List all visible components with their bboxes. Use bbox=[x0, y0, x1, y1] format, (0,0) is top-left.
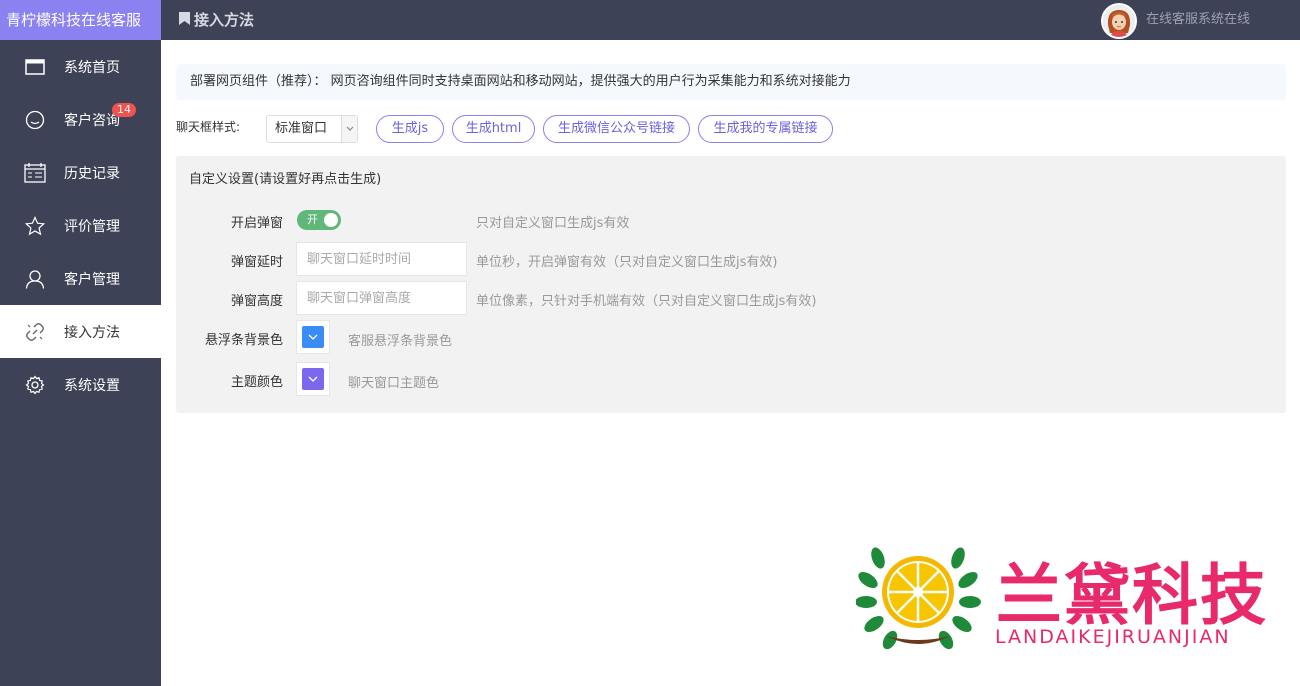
page-title: 接入方法 bbox=[179, 0, 254, 40]
style-label: 聊天框样式: bbox=[176, 120, 241, 134]
sidebar-item-home[interactable]: 系统首页 bbox=[0, 40, 161, 93]
lemon-logo-icon bbox=[855, 547, 981, 650]
sidebar-item-label: 系统设置 bbox=[64, 377, 120, 394]
sidebar-item-integration[interactable]: 接入方法 bbox=[0, 305, 161, 358]
sidebar-item-settings[interactable]: 系统设置 bbox=[0, 358, 161, 411]
popup-toggle[interactable]: 开 bbox=[297, 210, 341, 230]
style-select[interactable]: 标准窗口 bbox=[266, 115, 358, 143]
height-hint: 单位像素，只针对手机端有效（只对自定义窗口生成js有效) bbox=[476, 294, 817, 309]
calendar-icon bbox=[24, 162, 46, 184]
bookmark-icon bbox=[179, 0, 190, 40]
sidebar: 青柠檬科技在线客服 系统首页 客户咨询 14 历史记录 评价管理 客户管理 接入… bbox=[0, 0, 161, 686]
sidebar-item-label: 系统首页 bbox=[64, 59, 120, 76]
watermark-text: 兰黛科技 bbox=[996, 557, 1268, 634]
avatar[interactable] bbox=[1101, 3, 1137, 39]
watermark-logo: 兰黛科技 LANDAIKEJIRUANJIAN bbox=[855, 540, 1276, 660]
generate-personal-link-button[interactable]: 生成我的专属链接 bbox=[698, 115, 833, 143]
window-icon bbox=[24, 56, 46, 78]
sidebar-item-history[interactable]: 历史记录 bbox=[0, 146, 161, 199]
sidebar-item-label: 历史记录 bbox=[64, 165, 120, 182]
panel-title: 自定义设置(请设置好再点击生成) bbox=[189, 172, 382, 187]
unread-badge: 14 bbox=[112, 103, 136, 117]
sidebar-item-rating[interactable]: 评价管理 bbox=[0, 199, 161, 252]
page-title-text: 接入方法 bbox=[194, 11, 255, 29]
bar-color-label: 悬浮条背景色 bbox=[204, 333, 283, 348]
sidebar-item-label: 评价管理 bbox=[64, 218, 120, 235]
sidebar-item-consult[interactable]: 客户咨询 14 bbox=[0, 93, 161, 146]
brand-title: 青柠檬科技在线客服 bbox=[0, 0, 161, 40]
theme-color-swatch bbox=[302, 368, 324, 390]
gear-icon bbox=[24, 374, 46, 396]
popup-hint: 只对自定义窗口生成js有效 bbox=[476, 216, 630, 231]
bar-color-hint: 客服悬浮条背景色 bbox=[348, 334, 453, 349]
custom-settings-panel: 自定义设置(请设置好再点击生成) 开启弹窗 开 只对自定义窗口生成js有效 弹窗… bbox=[176, 156, 1286, 413]
generate-html-button[interactable]: 生成html bbox=[452, 115, 535, 143]
smile-icon bbox=[24, 109, 46, 131]
delay-hint: 单位秒，开启弹窗有效（只对自定义窗口生成js有效) bbox=[476, 255, 778, 270]
theme-color-picker[interactable] bbox=[296, 362, 330, 396]
sidebar-item-label: 客户管理 bbox=[64, 271, 120, 288]
toggle-text: 开 bbox=[307, 213, 318, 226]
chevron-down-icon bbox=[341, 116, 357, 142]
delay-label: 弹窗延时 bbox=[230, 255, 283, 270]
user-icon bbox=[24, 268, 46, 290]
theme-color-label: 主题颜色 bbox=[230, 375, 283, 390]
style-row: 聊天框样式: 标准窗口 生成js 生成html 生成微信公众号链接 生成我的专属… bbox=[176, 115, 1286, 143]
theme-color-hint: 聊天窗口主题色 bbox=[348, 376, 440, 391]
generate-js-button[interactable]: 生成js bbox=[376, 115, 444, 143]
info-banner: 部署网页组件（推荐）： 网页咨询组件同时支持桌面网站和移动网站，提供强大的用户行… bbox=[176, 64, 1286, 100]
sidebar-item-label: 接入方法 bbox=[64, 324, 120, 341]
bar-color-swatch bbox=[302, 326, 324, 348]
top-header: 接入方法 在线客服系统在线 bbox=[161, 0, 1300, 40]
generate-wechat-link-button[interactable]: 生成微信公众号链接 bbox=[543, 115, 690, 143]
watermark-subtext: LANDAIKEJIRUANJIAN bbox=[995, 626, 1231, 648]
height-label: 弹窗高度 bbox=[230, 294, 283, 309]
star-icon bbox=[24, 215, 46, 237]
sidebar-item-customers[interactable]: 客户管理 bbox=[0, 252, 161, 305]
link-icon bbox=[24, 321, 46, 343]
height-input[interactable] bbox=[296, 281, 467, 315]
bar-color-picker[interactable] bbox=[296, 320, 330, 354]
delay-input[interactable] bbox=[296, 242, 467, 276]
toggle-knob bbox=[324, 213, 338, 227]
online-status: 在线客服系统在线 bbox=[1146, 12, 1251, 27]
style-select-value: 标准窗口 bbox=[275, 121, 328, 136]
popup-label: 开启弹窗 bbox=[230, 216, 283, 231]
